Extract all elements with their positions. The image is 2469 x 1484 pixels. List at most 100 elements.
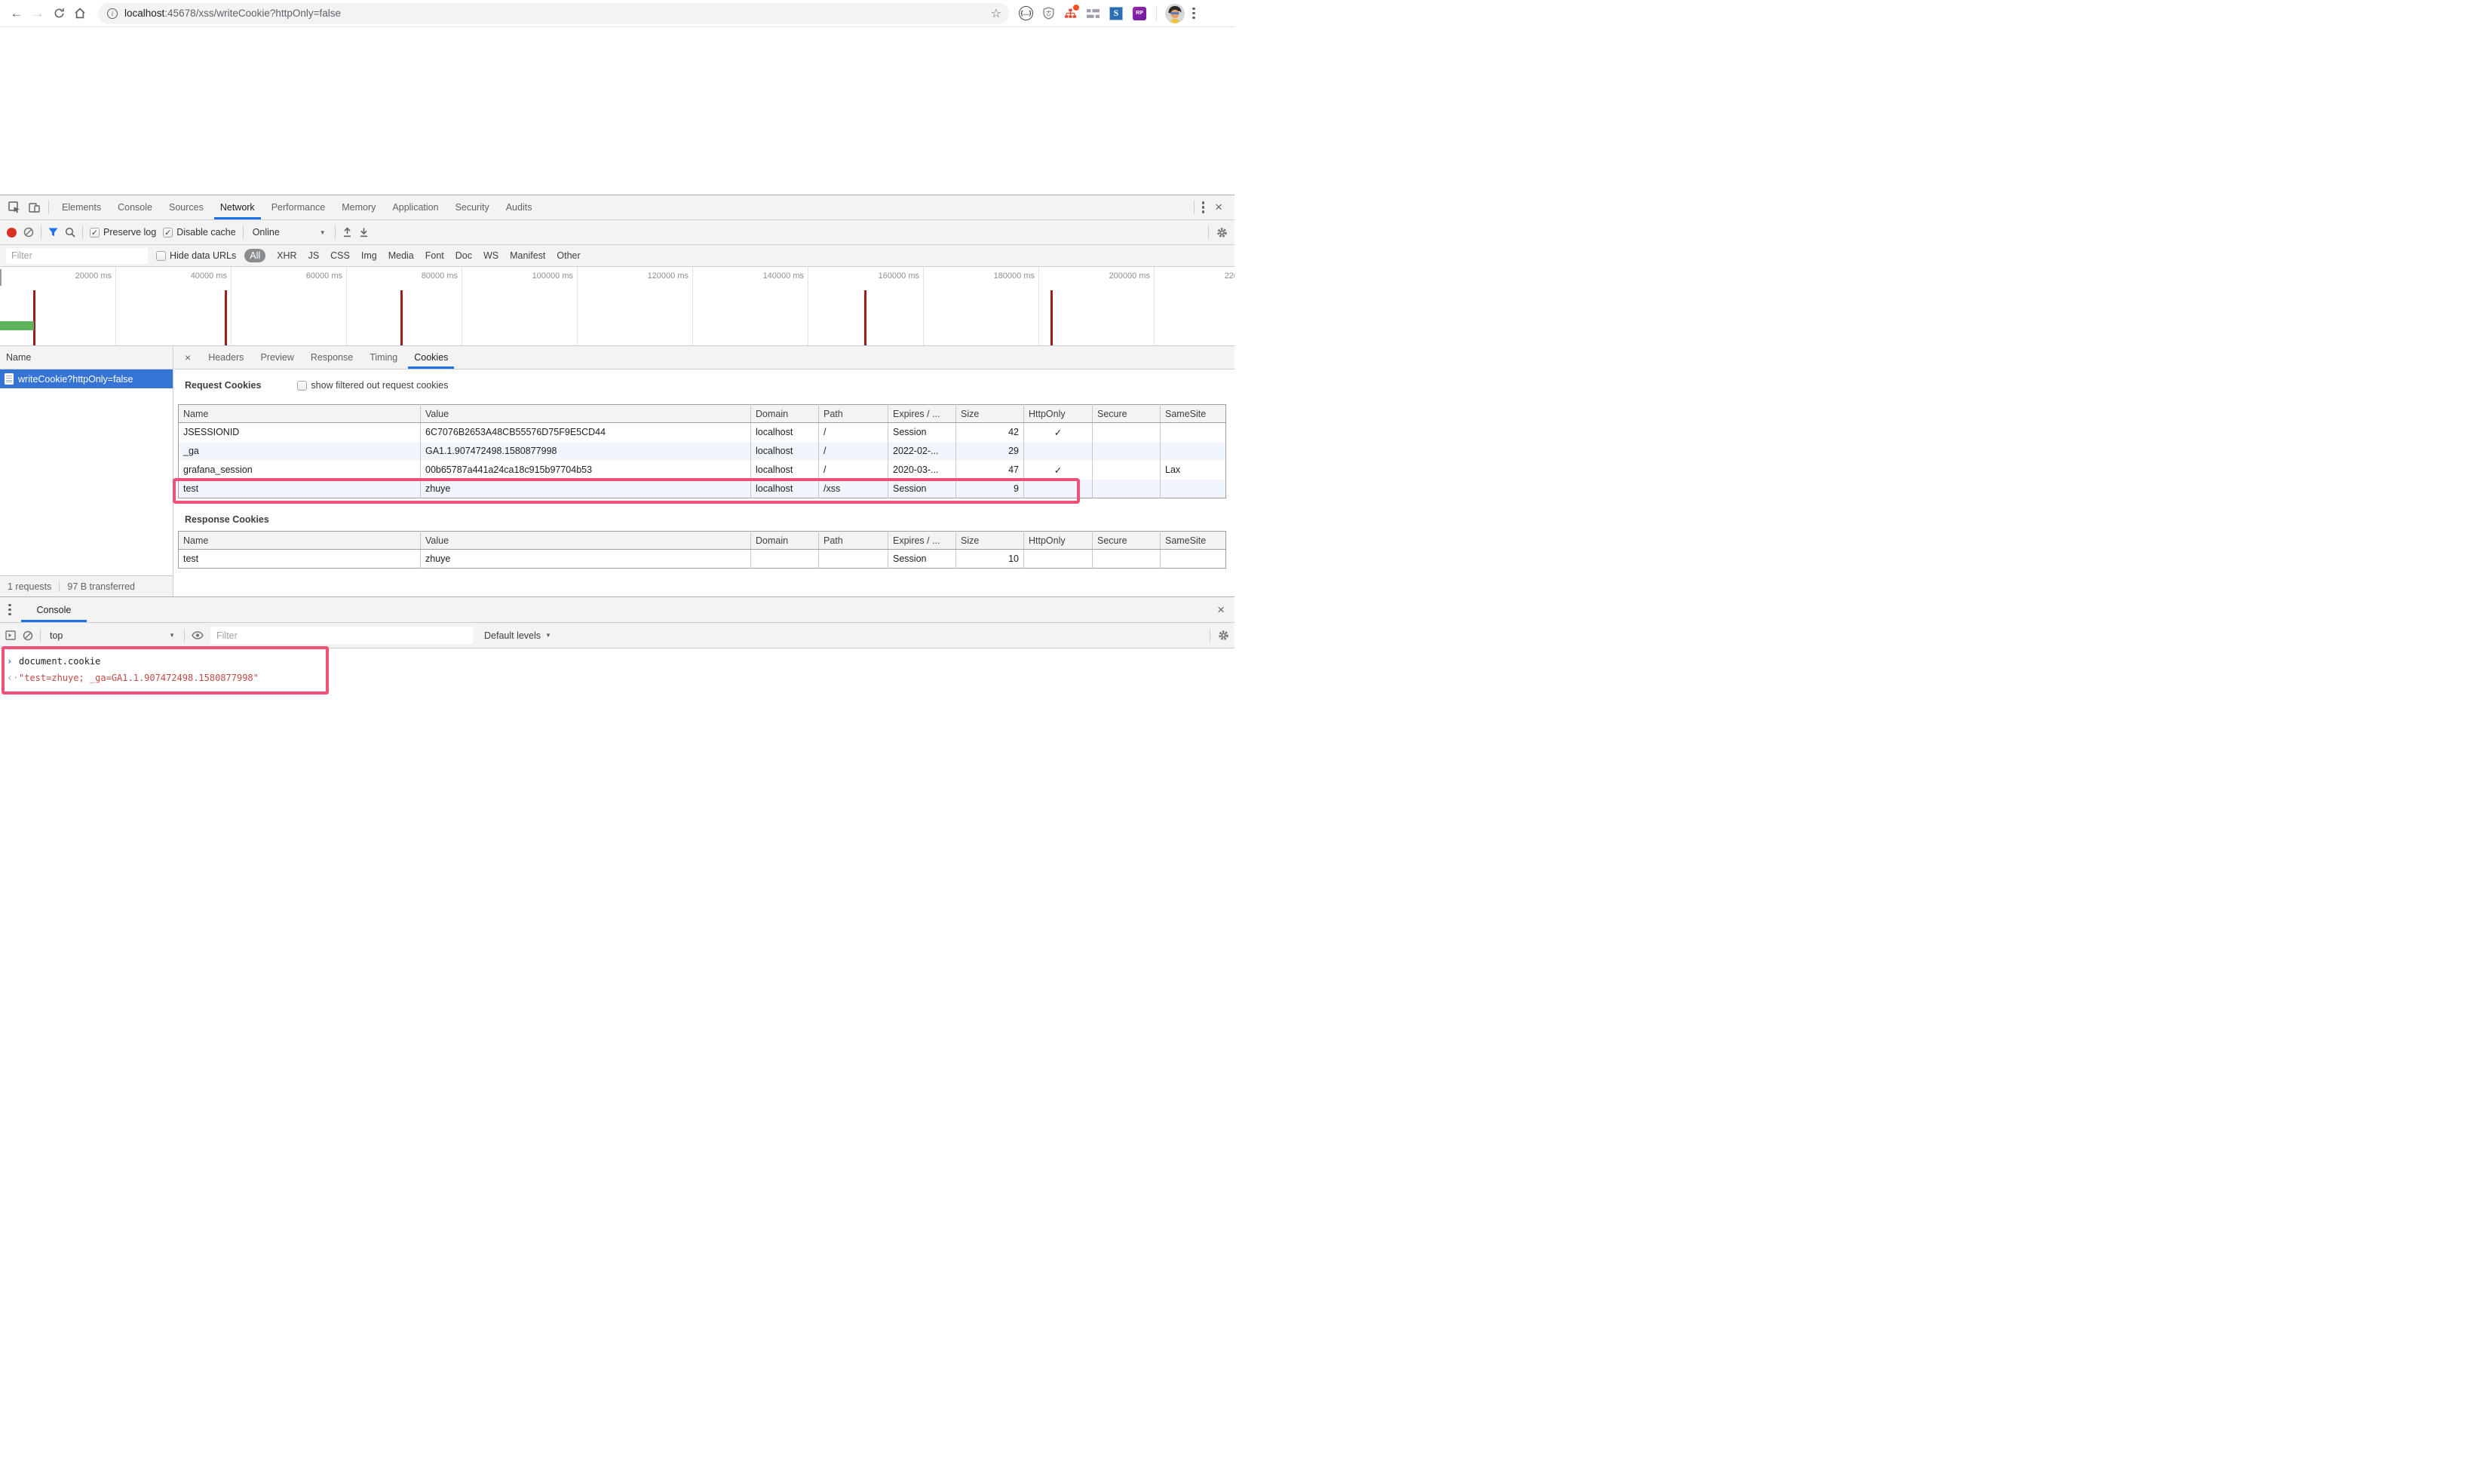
network-filter-input[interactable] xyxy=(6,248,148,264)
col-name[interactable]: Name xyxy=(179,532,421,550)
import-har-icon[interactable] xyxy=(342,227,352,238)
throttling-select[interactable]: Online ▼ xyxy=(250,227,328,238)
network-settings-gear-icon[interactable] xyxy=(1216,227,1228,238)
live-expression-eye-icon[interactable] xyxy=(192,631,204,639)
console-filter-input[interactable] xyxy=(210,627,473,644)
record-icon[interactable] xyxy=(7,228,17,238)
col-expires[interactable]: Expires / ... xyxy=(888,532,956,550)
browser-menu-icon[interactable] xyxy=(1192,8,1195,20)
shield-extension-icon[interactable] xyxy=(1043,7,1054,20)
col-size[interactable]: Size xyxy=(956,405,1024,423)
device-toolbar-icon[interactable] xyxy=(24,198,44,217)
sitemap-extension-icon[interactable] xyxy=(1064,7,1077,20)
devtools-menu-icon[interactable] xyxy=(1202,201,1205,213)
detail-close-icon[interactable]: × xyxy=(176,351,200,363)
detail-tab-response[interactable]: Response xyxy=(302,346,361,369)
tab-sources[interactable]: Sources xyxy=(161,195,212,219)
col-secure[interactable]: Secure xyxy=(1093,532,1161,550)
filter-type-xhr[interactable]: XHR xyxy=(277,250,296,261)
disable-cache-checkbox[interactable] xyxy=(163,228,173,238)
drawer-menu-icon[interactable] xyxy=(0,604,20,616)
detail-tab-cookies[interactable]: Cookies xyxy=(406,346,456,369)
col-value[interactable]: Value xyxy=(421,405,751,423)
hide-data-urls-control[interactable]: Hide data URLs xyxy=(156,250,236,261)
col-path[interactable]: Path xyxy=(819,405,888,423)
col-name[interactable]: Name xyxy=(179,405,421,423)
filter-funnel-icon[interactable] xyxy=(48,228,58,237)
timeline-handle[interactable] xyxy=(0,269,2,286)
cookie-row-ga[interactable]: _ga GA1.1.907472498.1580877998 localhost… xyxy=(179,442,1226,461)
show-filtered-control[interactable]: show filtered out request cookies xyxy=(297,380,448,391)
tab-elements[interactable]: Elements xyxy=(54,195,109,219)
filter-type-doc[interactable]: Doc xyxy=(455,250,472,261)
col-httponly[interactable]: HttpOnly xyxy=(1024,532,1093,550)
devtools-close-icon[interactable]: × xyxy=(1212,200,1225,215)
detail-tab-timing[interactable]: Timing xyxy=(361,346,406,369)
console-settings-gear-icon[interactable] xyxy=(1218,630,1229,641)
tab-console[interactable]: Console xyxy=(109,195,161,219)
cookie-row-test[interactable]: test zhuye localhost /xss Session 9 xyxy=(179,480,1226,498)
forward-icon[interactable]: → xyxy=(27,3,48,24)
col-domain[interactable]: Domain xyxy=(751,532,819,550)
disable-cache-control[interactable]: Disable cache xyxy=(163,227,236,238)
tab-performance[interactable]: Performance xyxy=(263,195,334,219)
tab-security[interactable]: Security xyxy=(447,195,498,219)
tab-application[interactable]: Application xyxy=(384,195,446,219)
filter-type-css[interactable]: CSS xyxy=(330,250,350,261)
search-icon[interactable] xyxy=(65,227,75,238)
console-levels-select[interactable]: Default levels ▼ xyxy=(484,630,551,641)
response-cookie-row-test[interactable]: test zhuye Session 10 xyxy=(179,550,1226,569)
filter-type-all[interactable]: All xyxy=(244,249,265,262)
detail-tab-preview[interactable]: Preview xyxy=(252,346,302,369)
cookie-row-jsessionid[interactable]: JSESSIONID 6C7076B2653A48CB55576D75F9E5C… xyxy=(179,423,1226,442)
col-size[interactable]: Size xyxy=(956,532,1024,550)
tab-memory[interactable]: Memory xyxy=(333,195,384,219)
reload-icon[interactable] xyxy=(48,3,69,24)
filter-type-manifest[interactable]: Manifest xyxy=(510,250,545,261)
grid-extension-icon[interactable] xyxy=(1087,8,1100,19)
console-clear-icon[interactable] xyxy=(23,630,33,641)
filter-type-other[interactable]: Other xyxy=(557,250,580,261)
filter-type-js[interactable]: JS xyxy=(308,250,320,261)
back-icon[interactable]: ← xyxy=(6,3,27,24)
tab-audits[interactable]: Audits xyxy=(498,195,541,219)
network-overview-timeline[interactable]: 20000 ms 40000 ms 60000 ms 80000 ms 1000… xyxy=(0,267,1234,346)
console-context-select[interactable]: top ▼ xyxy=(48,630,177,641)
console-close-icon[interactable]: × xyxy=(1207,602,1234,618)
col-httponly[interactable]: HttpOnly xyxy=(1024,405,1093,423)
preserve-log-control[interactable]: Preserve log xyxy=(90,227,156,238)
col-secure[interactable]: Secure xyxy=(1093,405,1161,423)
bookmark-star-icon[interactable]: ☆ xyxy=(991,6,1001,21)
filter-type-ws[interactable]: WS xyxy=(483,250,498,261)
address-bar[interactable]: i localhost:45678/xss/writeCookie?httpOn… xyxy=(98,3,1009,24)
cookie-row-grafana-session[interactable]: grafana_session 00b65787a441a24ca18c915b… xyxy=(179,461,1226,480)
inspect-element-icon[interactable] xyxy=(5,198,24,217)
tab-network[interactable]: Network xyxy=(212,195,263,219)
page-info-icon[interactable]: i xyxy=(107,8,118,19)
col-expires[interactable]: Expires / ... xyxy=(888,405,956,423)
hide-data-urls-checkbox[interactable] xyxy=(156,251,166,261)
requests-name-header[interactable]: Name xyxy=(0,346,173,369)
col-value[interactable]: Value xyxy=(421,532,751,550)
clear-icon[interactable] xyxy=(23,227,34,238)
url-text[interactable]: localhost:45678/xss/writeCookie?httpOnly… xyxy=(124,8,341,19)
filter-type-media[interactable]: Media xyxy=(388,250,414,261)
s-extension-icon[interactable]: S xyxy=(1109,7,1123,20)
drawer-tab-console[interactable]: Console xyxy=(20,597,89,622)
col-samesite[interactable]: SameSite xyxy=(1161,405,1226,423)
col-samesite[interactable]: SameSite xyxy=(1161,532,1226,550)
braces-extension-icon[interactable]: {…} xyxy=(1019,6,1033,20)
col-path[interactable]: Path xyxy=(819,532,888,550)
request-row-selected[interactable]: writeCookie?httpOnly=false xyxy=(0,369,173,388)
rp-extension-icon[interactable]: RP xyxy=(1133,7,1146,20)
filter-type-font[interactable]: Font xyxy=(425,250,444,261)
show-filtered-checkbox[interactable] xyxy=(297,381,307,391)
export-har-icon[interactable] xyxy=(359,227,369,238)
filter-type-img[interactable]: Img xyxy=(361,250,377,261)
col-domain[interactable]: Domain xyxy=(751,405,819,423)
profile-avatar[interactable] xyxy=(1165,4,1185,23)
home-icon[interactable] xyxy=(69,3,90,24)
detail-tab-headers[interactable]: Headers xyxy=(200,346,252,369)
preserve-log-checkbox[interactable] xyxy=(90,228,100,238)
console-sidebar-icon[interactable] xyxy=(5,630,16,640)
